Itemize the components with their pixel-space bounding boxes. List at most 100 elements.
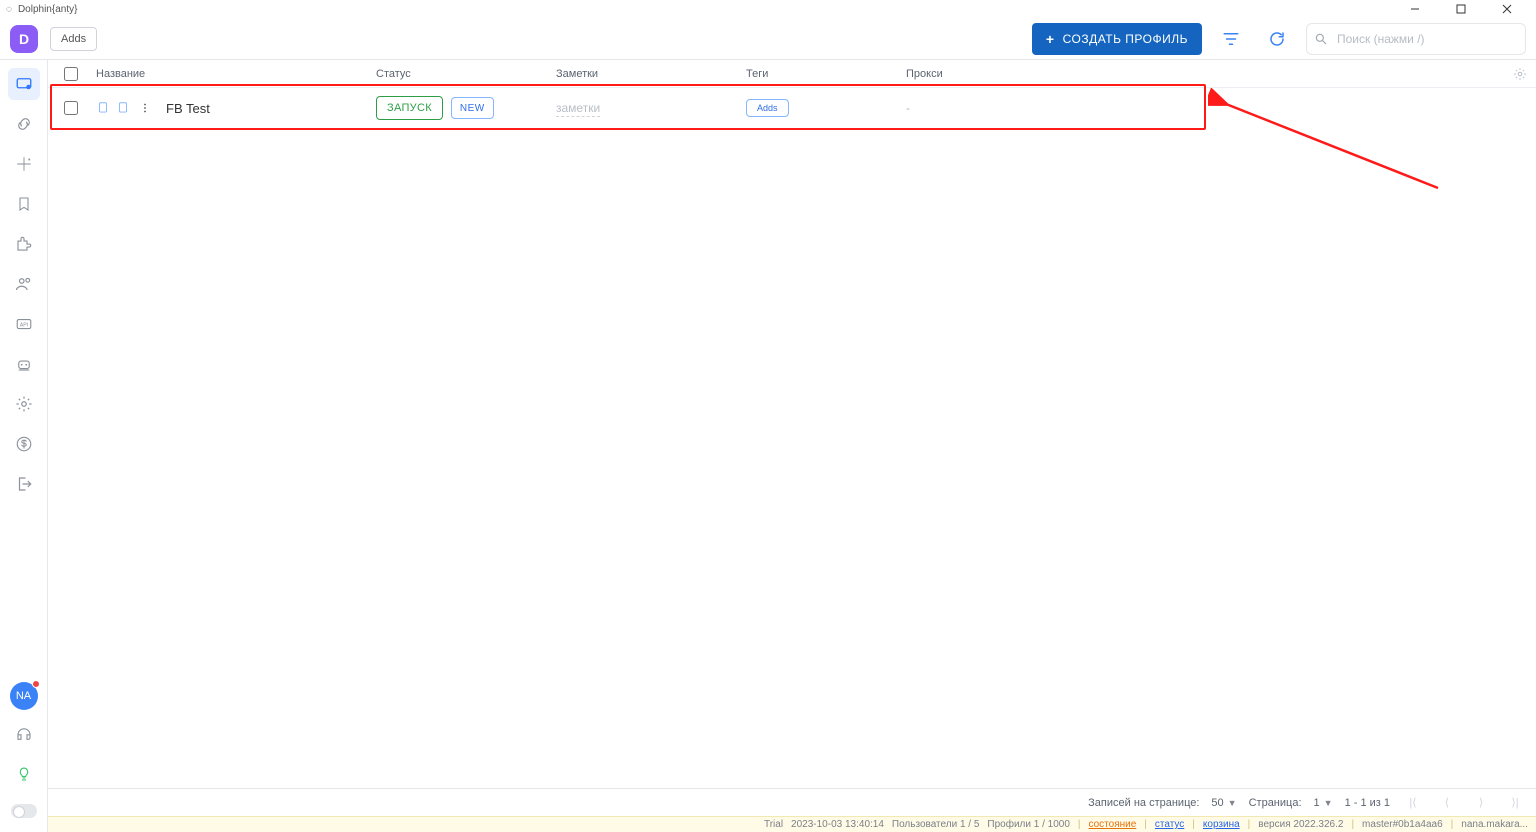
page-value: 1: [1314, 797, 1320, 809]
puzzle-icon: [15, 235, 33, 253]
search-wrap: [1306, 23, 1526, 55]
sidebar-item-logout[interactable]: [8, 468, 40, 500]
proxy-value: -: [906, 101, 910, 115]
refresh-button[interactable]: [1260, 22, 1294, 56]
column-header-notes[interactable]: Заметки: [556, 68, 746, 80]
notification-dot-icon: [32, 680, 40, 688]
sidebar-item-team[interactable]: [8, 268, 40, 300]
refresh-icon: [1268, 30, 1286, 48]
sidebar-item-bookmarks[interactable]: [8, 188, 40, 220]
column-header-status[interactable]: Статус: [376, 68, 556, 80]
sparkle-plus-icon: [15, 155, 33, 173]
sidebar-item-api[interactable]: API: [8, 308, 40, 340]
columns-settings-button[interactable]: [1504, 67, 1536, 81]
sidebar-item-extensions[interactable]: [8, 228, 40, 260]
more-vertical-icon: [139, 101, 151, 115]
column-header-tags[interactable]: Теги: [746, 68, 906, 80]
headset-icon: [15, 725, 33, 743]
theme-toggle[interactable]: [11, 804, 37, 818]
filter-button[interactable]: [1214, 22, 1248, 56]
status-user: nana.makara...: [1461, 819, 1528, 830]
sidebar: API NA: [0, 60, 48, 832]
pager: Записей на странице: 50 ▼ Страница: 1 ▼ …: [48, 788, 1536, 816]
duplicate-icon[interactable]: [116, 101, 130, 115]
app-window: ◌ Dolphin{anty} D Adds + СОЗДАТЬ ПРОФИЛЬ: [0, 0, 1536, 832]
api-icon: API: [15, 315, 33, 333]
topbar: D Adds + СОЗДАТЬ ПРОФИЛЬ: [0, 18, 1536, 60]
status-build: master#0b1a4aa6: [1362, 819, 1443, 830]
separator: |: [1144, 819, 1147, 830]
titlebar-title: Dolphin{anty}: [18, 4, 78, 15]
status-version: версия 2022.326.2: [1258, 819, 1343, 830]
svg-text:API: API: [19, 322, 27, 328]
gear-small-icon: [1513, 67, 1527, 81]
search-input[interactable]: [1306, 23, 1526, 55]
link-icon: [15, 115, 33, 133]
page-range: 1 - 1 из 1: [1345, 797, 1390, 809]
browser-icon: [15, 75, 33, 93]
sidebar-item-browsers[interactable]: [8, 68, 40, 100]
bookmark-icon: [16, 196, 32, 212]
per-page-value: 50: [1211, 797, 1223, 809]
select-all-checkbox[interactable]: [64, 67, 78, 81]
new-badge: NEW: [451, 97, 494, 119]
per-page-select[interactable]: 50 ▼: [1211, 797, 1236, 809]
window-maximize-button[interactable]: [1438, 0, 1484, 18]
body: API NA: [0, 60, 1536, 832]
sidebar-item-billing[interactable]: [8, 428, 40, 460]
profile-name: FB Test: [166, 101, 210, 116]
tags-add-button[interactable]: Adds: [746, 99, 789, 117]
status-plan: Trial: [764, 819, 783, 830]
status-link-status[interactable]: статус: [1155, 819, 1184, 830]
table-header: Название Статус Заметки Теги Прокси: [48, 60, 1536, 88]
status-profiles: Профили 1 / 1000: [987, 819, 1069, 830]
sidebar-item-settings[interactable]: [8, 388, 40, 420]
table-row[interactable]: FB Test ЗАПУСК NEW заметки Adds -: [48, 88, 1536, 128]
logout-icon: [15, 475, 33, 493]
adds-button[interactable]: Adds: [50, 27, 97, 51]
titlebar: ◌ Dolphin{anty}: [0, 0, 1536, 18]
separator: |: [1192, 819, 1195, 830]
sidebar-item-support[interactable]: [8, 718, 40, 750]
lightbulb-icon: [16, 765, 32, 783]
dollar-icon: [15, 435, 33, 453]
sidebar-item-tips[interactable]: [8, 758, 40, 790]
gear-icon: [15, 395, 33, 413]
separator: |: [1451, 819, 1454, 830]
window-minimize-button[interactable]: [1392, 0, 1438, 18]
sidebar-item-proxy[interactable]: [8, 108, 40, 140]
window-close-button[interactable]: [1484, 0, 1530, 18]
create-profile-label: СОЗДАТЬ ПРОФИЛЬ: [1063, 32, 1188, 46]
titlebar-app-icon: ◌: [6, 4, 12, 15]
robot-icon: [15, 355, 33, 373]
status-link-korzina[interactable]: корзина: [1203, 819, 1240, 830]
pager-next-button[interactable]: ⟩: [1470, 792, 1492, 814]
table-body: FB Test ЗАПУСК NEW заметки Adds -: [48, 88, 1536, 128]
sidebar-item-add[interactable]: [8, 148, 40, 180]
row-more-button[interactable]: [136, 101, 154, 115]
notes-placeholder[interactable]: заметки: [556, 101, 600, 117]
column-header-name[interactable]: Название: [96, 68, 306, 80]
chevron-down-icon: ▼: [1228, 798, 1237, 808]
pin-icon[interactable]: [96, 101, 110, 115]
filter-icon: [1222, 30, 1240, 48]
chevron-down-icon: ▼: [1324, 798, 1333, 808]
statusbar: Trial 2023-10-03 13:40:14 Пользователи 1…: [48, 816, 1536, 832]
page-select[interactable]: 1 ▼: [1314, 797, 1333, 809]
search-icon: [1314, 32, 1328, 46]
app-logo-letter: D: [19, 31, 29, 47]
status-users: Пользователи 1 / 5: [892, 819, 980, 830]
status-link-sostoyanie[interactable]: состояние: [1089, 819, 1137, 830]
user-avatar[interactable]: NA: [10, 682, 38, 710]
create-profile-button[interactable]: + СОЗДАТЬ ПРОФИЛЬ: [1032, 23, 1202, 55]
pager-prev-button[interactable]: ⟨: [1436, 792, 1458, 814]
separator: |: [1248, 819, 1251, 830]
user-avatar-initials: NA: [16, 690, 31, 702]
column-header-proxy[interactable]: Прокси: [906, 68, 1504, 80]
pager-first-button[interactable]: |⟨: [1402, 792, 1424, 814]
pager-last-button[interactable]: ⟩|: [1504, 792, 1526, 814]
row-checkbox[interactable]: [64, 101, 78, 115]
launch-button[interactable]: ЗАПУСК: [376, 96, 443, 120]
per-page-label: Записей на странице:: [1088, 797, 1199, 809]
sidebar-item-automation[interactable]: [8, 348, 40, 380]
